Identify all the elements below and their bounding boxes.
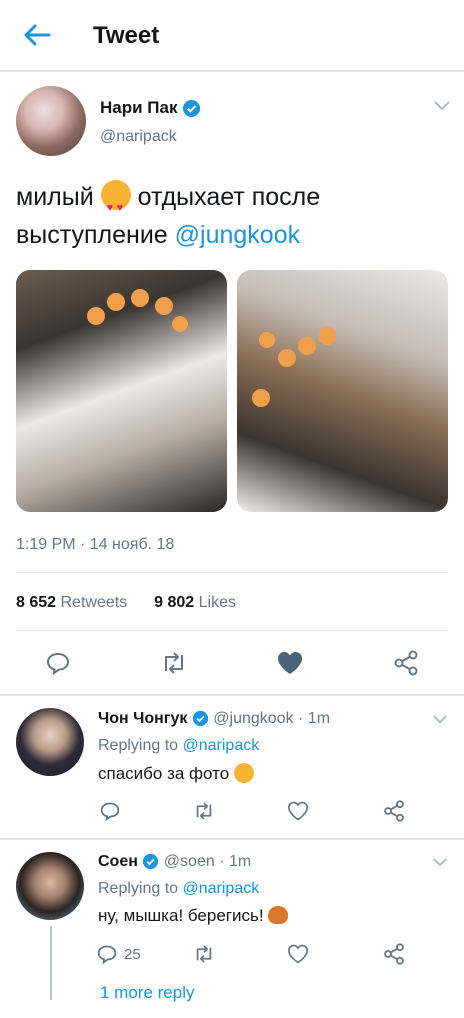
reply-count: 25 <box>124 945 141 963</box>
reply-button[interactable]: 25 <box>96 941 156 967</box>
back-button[interactable] <box>20 18 54 52</box>
heart-icon <box>287 944 309 964</box>
author-handle[interactable]: @naripack <box>100 128 177 146</box>
top-bar: Tweet <box>0 0 464 72</box>
reply-icon <box>100 802 120 821</box>
tweet-text: милый ♥ ♥ отдыхает после выступление @ju… <box>16 178 446 254</box>
page-title: Tweet <box>93 22 160 49</box>
mention-link[interactable]: @jungkook <box>175 221 300 249</box>
divider <box>0 694 464 696</box>
arrow-left-icon <box>24 24 51 46</box>
replying-to-label: Replying to <box>98 880 179 897</box>
replying-to-link[interactable]: @naripack <box>183 880 260 897</box>
hearts-decoration-icon <box>87 289 188 332</box>
reply-icon <box>97 945 117 964</box>
retweet-button[interactable] <box>190 941 218 967</box>
reply-author-name: Чон Чонгук <box>98 710 188 727</box>
replying-to-label: Replying to <box>98 737 179 754</box>
tweet-stats: 8 652 Retweets 9 802 Likes <box>16 594 236 612</box>
tweet-photo-1[interactable] <box>16 270 227 512</box>
reply-author-handle: @soen <box>163 853 215 870</box>
likes-count: 9 802 <box>154 594 195 611</box>
retweet-button[interactable] <box>156 646 192 680</box>
retweet-icon <box>165 652 183 674</box>
reply-text: спасибо за фото <box>98 763 254 784</box>
tweet-photo-2[interactable] <box>237 270 448 512</box>
avatar[interactable] <box>16 852 84 920</box>
divider <box>16 630 448 631</box>
more-replies-link[interactable]: 1 more reply <box>100 983 194 1003</box>
share-button[interactable] <box>380 798 408 824</box>
retweets-label: Retweets <box>60 594 128 611</box>
reply-text-content: спасибо за фото <box>98 764 230 783</box>
retweet-icon <box>196 945 212 963</box>
heart-filled-icon <box>278 652 302 674</box>
chevron-down-icon[interactable] <box>432 857 448 868</box>
like-button[interactable] <box>284 798 312 824</box>
smiling-heart-eyes-emoji-icon: ♥ ♥ <box>100 180 131 214</box>
retweet-icon <box>196 802 212 820</box>
replying-to-link[interactable]: @naripack <box>183 737 260 754</box>
avatar[interactable] <box>16 708 84 776</box>
retweet-button[interactable] <box>190 798 218 824</box>
reply-text: ну, мышка! берегись! <box>98 906 289 926</box>
reply-time: · 1m <box>298 710 331 727</box>
chevron-down-icon[interactable] <box>433 100 451 112</box>
divider <box>16 572 448 573</box>
avatar[interactable] <box>16 86 86 156</box>
mouse-emoji-icon <box>268 906 289 924</box>
retweets-count: 8 652 <box>16 594 57 611</box>
reply-icon <box>46 652 70 675</box>
like-button[interactable] <box>284 941 312 967</box>
reply-author-name: Соен <box>98 853 138 870</box>
verified-icon <box>143 854 159 870</box>
verified-icon <box>183 99 201 118</box>
share-icon <box>384 943 404 965</box>
author-name-text: Нари Пак <box>100 98 178 117</box>
hearts-decoration-icon <box>252 327 336 407</box>
share-button[interactable] <box>388 646 424 680</box>
reply-button[interactable] <box>96 798 124 824</box>
reply-time: · 1m <box>219 853 252 870</box>
tweet-text-part: милый <box>16 183 94 211</box>
reply-text-content: ну, мышка! берегись! <box>98 906 264 925</box>
tweet-timestamp: 1:19 PM · 14 нояб. 18 <box>16 536 175 553</box>
heart-icon <box>287 801 309 821</box>
chevron-down-icon[interactable] <box>432 714 448 725</box>
reply-author-handle: @jungkook <box>213 710 294 727</box>
likes-stat[interactable]: 9 802 Likes <box>154 594 236 611</box>
share-icon <box>394 650 418 676</box>
likes-label: Likes <box>198 594 236 611</box>
share-button[interactable] <box>380 941 408 967</box>
reply-author[interactable]: Чон Чонгук @jungkook · 1m <box>98 710 330 728</box>
share-icon <box>384 800 404 822</box>
verified-icon <box>192 711 208 727</box>
reply-author[interactable]: Соен @soen · 1m <box>98 853 251 871</box>
laughing-emoji-icon <box>233 763 254 783</box>
replying-to: Replying to @naripack <box>98 737 259 755</box>
thread-line <box>50 926 52 1000</box>
replying-to: Replying to @naripack <box>98 880 259 898</box>
retweets-stat[interactable]: 8 652 Retweets <box>16 594 127 611</box>
divider <box>0 838 464 840</box>
reply-button[interactable] <box>40 646 76 680</box>
like-button[interactable] <box>272 646 308 680</box>
author-name[interactable]: Нари Пак <box>100 98 201 118</box>
